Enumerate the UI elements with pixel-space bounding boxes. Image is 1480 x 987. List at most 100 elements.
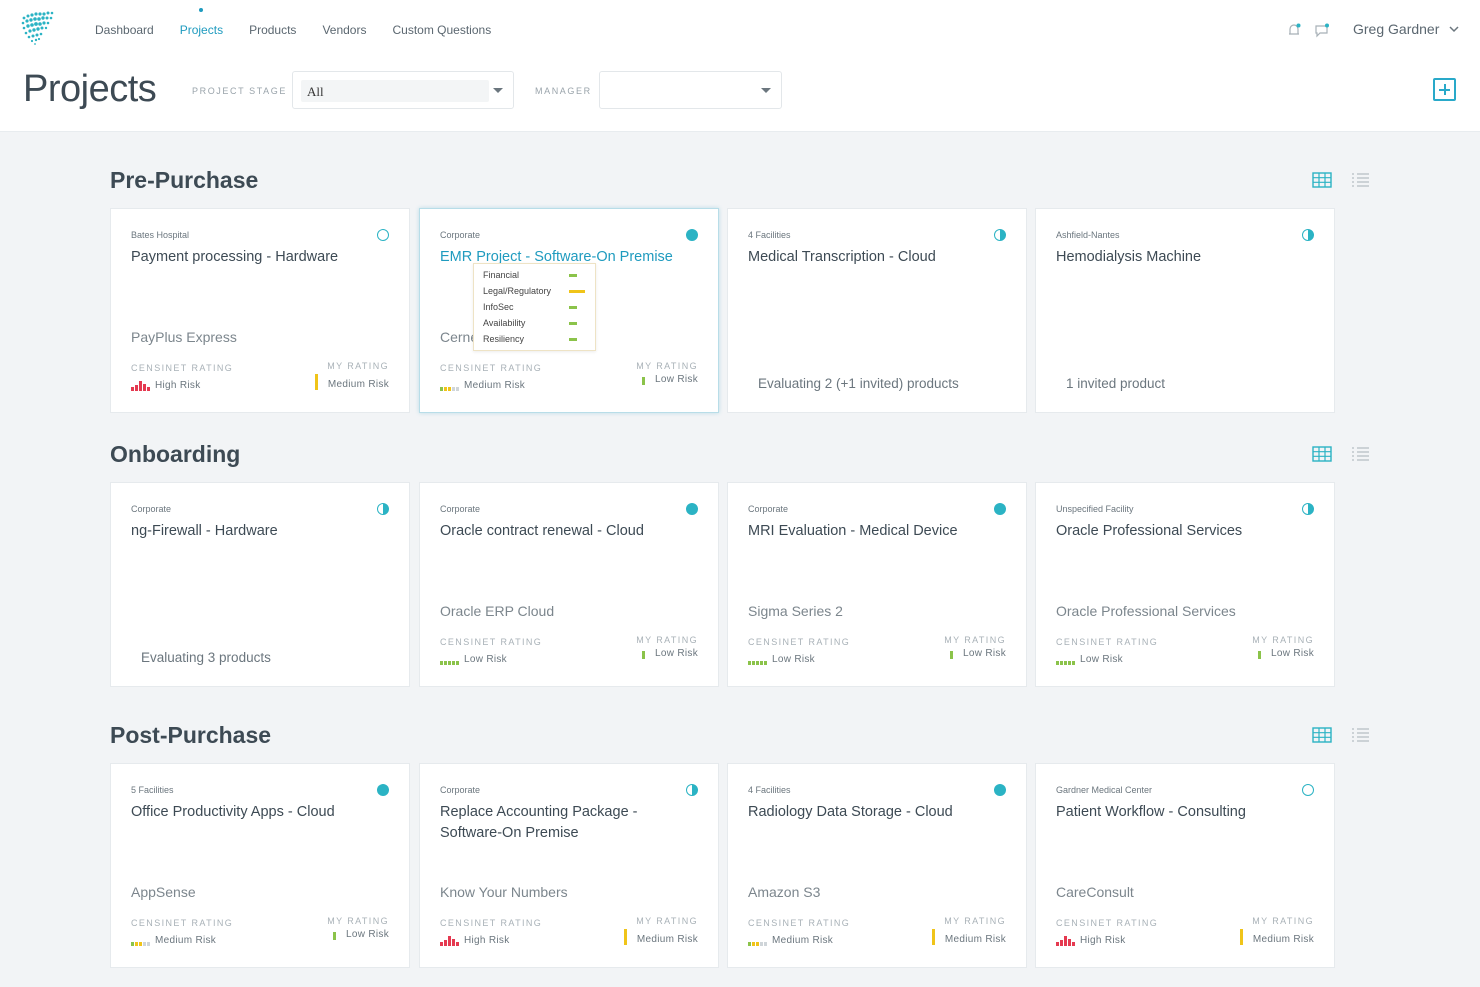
my-rating[interactable]: Low Risk <box>642 648 698 659</box>
card-vendor[interactable]: Oracle Professional Services <box>1056 603 1236 619</box>
censinet-risk-bars <box>440 381 459 391</box>
card-title[interactable]: MRI Evaluation - Medical Device <box>748 521 998 542</box>
card-facility: Gardner Medical Center <box>1056 785 1153 795</box>
card-title[interactable]: Radiology Data Storage - Cloud <box>748 802 998 823</box>
tooltip-label: Availability <box>483 318 526 328</box>
project-card[interactable]: Corporate Oracle contract renewal - Clou… <box>419 482 719 687</box>
card-title[interactable]: Payment processing - Hardware <box>131 247 381 268</box>
status-indicator-icon <box>994 229 1006 241</box>
card-vendor[interactable]: PayPlus Express <box>131 329 237 345</box>
project-card[interactable]: Corporate MRI Evaluation - Medical Devic… <box>727 482 1027 687</box>
censinet-risk-text: Medium Risk <box>155 935 217 946</box>
censinet-rating-label: CENSINET RATING <box>131 918 234 928</box>
card-title[interactable]: Patient Workflow - Consulting <box>1056 802 1306 823</box>
card-vendor[interactable]: Know Your Numbers <box>440 884 568 900</box>
top-bar: Dashboard Projects Products Vendors Cust… <box>0 0 1480 132</box>
censinet-rating-label: CENSINET RATING <box>748 918 851 928</box>
nav-custom-questions[interactable]: Custom Questions <box>392 23 491 37</box>
my-rating[interactable]: Medium Risk <box>931 929 1006 945</box>
my-risk-text: Low Risk <box>655 374 698 385</box>
card-evaluation-status: Evaluating 2 (+1 invited) products <box>758 376 959 391</box>
my-rating[interactable]: Medium Risk <box>1239 929 1314 945</box>
card-facility: Unspecified Facility <box>1056 504 1134 514</box>
card-title[interactable]: ng-Firewall - Hardware <box>131 521 381 542</box>
user-name: Greg Gardner <box>1353 21 1440 37</box>
card-facility: Corporate <box>131 504 172 514</box>
section-title: Pre-Purchase <box>110 167 259 193</box>
project-card[interactable]: Unspecified Facility Oracle Professional… <box>1035 482 1335 687</box>
add-project-button[interactable] <box>1433 78 1456 101</box>
card-vendor[interactable]: CareConsult <box>1056 884 1134 900</box>
card-vendor[interactable]: Oracle ERP Cloud <box>440 603 554 619</box>
notification-icon[interactable] <box>1286 22 1302 38</box>
status-indicator-icon <box>686 784 698 796</box>
card-vendor[interactable]: Amazon S3 <box>748 884 820 900</box>
card-title[interactable]: Medical Transcription - Cloud <box>748 247 998 268</box>
my-risk-bar <box>642 377 646 385</box>
my-rating[interactable]: Medium Risk <box>623 929 698 945</box>
card-title[interactable]: Oracle contract renewal - Cloud <box>440 521 690 542</box>
censinet-risk-text: Low Risk <box>1080 654 1123 665</box>
nav-projects[interactable]: Projects <box>180 23 223 37</box>
censinet-risk-text: High Risk <box>155 380 201 391</box>
tooltip-risk-bar <box>569 322 577 325</box>
project-card[interactable]: Corporate ng-Firewall - Hardware Evaluati… <box>110 482 410 687</box>
project-card[interactable]: 5 Facilities Office Productivity Apps - … <box>110 763 410 968</box>
my-rating[interactable]: Medium Risk <box>314 374 389 390</box>
project-card[interactable]: Gardner Medical Center Patient Workflow … <box>1035 763 1335 968</box>
card-title[interactable]: Oracle Professional Services <box>1056 521 1306 542</box>
project-stage-select[interactable]: All <box>292 71 514 109</box>
tooltip-label: InfoSec <box>483 302 514 312</box>
card-vendor[interactable]: AppSense <box>131 884 196 900</box>
my-risk-text: Medium Risk <box>327 379 389 390</box>
card-facility: 4 Facilities <box>748 785 791 795</box>
chat-icon[interactable] <box>1314 22 1330 38</box>
nav-dashboard[interactable]: Dashboard <box>95 23 154 37</box>
card-title[interactable]: Hemodialysis Machine <box>1056 247 1306 268</box>
card-vendor[interactable]: Sigma Series 2 <box>748 603 843 619</box>
grid-view-icon[interactable] <box>1312 172 1332 188</box>
list-view-icon[interactable] <box>1350 727 1370 743</box>
nav-vendors[interactable]: Vendors <box>322 23 366 37</box>
manager-select[interactable] <box>599 71 782 109</box>
list-view-icon[interactable] <box>1350 172 1370 188</box>
censinet-risk-bars <box>440 655 459 665</box>
censinet-risk-text: High Risk <box>464 935 510 946</box>
my-rating[interactable]: Low Risk <box>950 648 1006 659</box>
my-risk-bar <box>931 929 935 945</box>
project-card[interactable]: Ashfield-Nantes Hemodialysis Machine 1 in… <box>1035 208 1335 413</box>
project-card[interactable]: Corporate Replace Accounting Package - S… <box>419 763 719 968</box>
my-rating[interactable]: Low Risk <box>333 929 389 940</box>
my-rating-label: MY RATING <box>327 916 389 926</box>
project-card[interactable]: 4 Facilities Radiology Data Storage - Cl… <box>727 763 1027 968</box>
censinet-logo[interactable] <box>18 10 58 48</box>
list-view-icon[interactable] <box>1350 446 1370 462</box>
project-card[interactable]: 4 Facilities Medical Transcription - Clo… <box>727 208 1027 413</box>
my-rating-label: MY RATING <box>636 635 698 645</box>
card-title[interactable]: Office Productivity Apps - Cloud <box>131 802 381 823</box>
my-risk-text: Low Risk <box>963 648 1006 659</box>
user-menu[interactable]: Greg Gardner <box>1353 21 1459 37</box>
project-card[interactable]: Bates Hospital Payment processing - Hard… <box>110 208 410 413</box>
risk-breakdown-tooltip: Financial Legal/Regulatory InfoSec Avail… <box>473 263 596 351</box>
project-stage-value: All <box>301 80 489 102</box>
my-rating[interactable]: Low Risk <box>642 374 698 385</box>
my-risk-text: Medium Risk <box>944 934 1006 945</box>
censinet-risk-bars <box>1056 655 1075 665</box>
censinet-rating: Low Risk <box>440 654 507 665</box>
my-rating-label: MY RATING <box>327 361 389 371</box>
censinet-rating: High Risk <box>1056 935 1126 946</box>
nav-products[interactable]: Products <box>249 23 296 37</box>
section-title: Onboarding <box>110 441 241 467</box>
card-title[interactable]: Replace Accounting Package - Software-On… <box>440 802 690 844</box>
page-title: Projects <box>23 68 157 110</box>
grid-view-icon[interactable] <box>1312 446 1332 462</box>
card-facility: 5 Facilities <box>131 785 174 795</box>
my-risk-bar <box>623 929 627 945</box>
censinet-rating-label: CENSINET RATING <box>748 637 851 647</box>
censinet-rating-label: CENSINET RATING <box>440 637 543 647</box>
censinet-risk-text: High Risk <box>1080 935 1126 946</box>
censinet-risk-bars <box>131 936 150 946</box>
my-rating[interactable]: Low Risk <box>1258 648 1314 659</box>
grid-view-icon[interactable] <box>1312 727 1332 743</box>
